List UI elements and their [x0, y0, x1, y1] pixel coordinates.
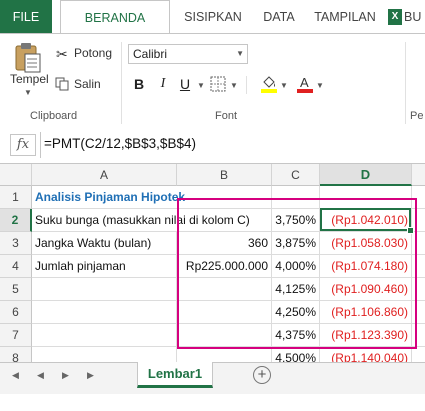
- tab-data[interactable]: DATA: [256, 0, 302, 34]
- row-header-6[interactable]: 6: [0, 301, 32, 324]
- underline-button[interactable]: U: [176, 74, 194, 94]
- borders-dropdown-icon[interactable]: ▼: [230, 81, 238, 90]
- status-strip: [0, 394, 425, 411]
- prev-sheet-icon[interactable]: ◀: [37, 370, 44, 381]
- group-separator: [121, 42, 122, 124]
- group-separator-2: [405, 42, 406, 124]
- tab-bu[interactable]: BU: [404, 0, 425, 34]
- font-name-value: Calibri: [133, 47, 168, 61]
- excel-logo-icon: X: [388, 9, 402, 25]
- cell-a1[interactable]: Analisis Pinjaman Hipotek: [32, 186, 185, 209]
- clipboard-group-label: Clipboard: [30, 110, 78, 122]
- sheet-tab-lembar1[interactable]: Lembar1: [137, 362, 213, 388]
- font-name-select[interactable]: Calibri ▼: [128, 44, 248, 64]
- cell-a3[interactable]: Jangka Waktu (bulan): [32, 232, 177, 255]
- column-header-d[interactable]: D: [320, 164, 412, 186]
- select-all-corner[interactable]: [0, 164, 32, 186]
- font-color-icon[interactable]: A: [296, 74, 314, 94]
- copy-icon[interactable]: [55, 77, 69, 91]
- cell-a2[interactable]: Suku bunga (masukkan nilai di kolom C): [32, 209, 250, 232]
- font-separator: [246, 76, 247, 94]
- insert-function-button[interactable]: fx: [10, 134, 36, 156]
- scissors-icon[interactable]: ✂: [56, 46, 68, 63]
- cell-a5[interactable]: [32, 278, 177, 301]
- underline-dropdown-icon[interactable]: ▼: [197, 81, 205, 90]
- chevron-down-icon: ▼: [236, 49, 244, 58]
- first-sheet-icon[interactable]: ◀: [12, 370, 19, 381]
- font-group-label: Font: [215, 110, 238, 122]
- paste-dropdown-icon[interactable]: ▼: [24, 88, 32, 97]
- column-header-a[interactable]: A: [32, 164, 177, 186]
- fill-color-icon[interactable]: [260, 74, 278, 94]
- active-cell-border: [320, 208, 411, 231]
- copy-button[interactable]: Salin: [74, 77, 101, 91]
- ribbon-tabs: FILE BERANDA SISIPKAN DATA TAMPILAN X BU: [0, 0, 425, 34]
- tab-sisipkan[interactable]: SISIPKAN: [178, 0, 248, 34]
- column-header-e[interactable]: [412, 164, 425, 186]
- row-header-2[interactable]: 2: [0, 209, 32, 232]
- column-header-b[interactable]: B: [177, 164, 272, 186]
- row-header-5[interactable]: 5: [0, 278, 32, 301]
- paste-button[interactable]: Tempel: [10, 72, 49, 86]
- row-header-4[interactable]: 4: [0, 255, 32, 278]
- formula-separator: [40, 132, 41, 158]
- row-header-1[interactable]: 1: [0, 186, 32, 209]
- last-sheet-icon[interactable]: ▶: [87, 370, 94, 381]
- add-sheet-icon[interactable]: +: [253, 366, 271, 384]
- next-group-label: Pe: [410, 110, 424, 122]
- bold-button[interactable]: B: [130, 74, 148, 94]
- tab-tampilan[interactable]: TAMPILAN: [310, 0, 380, 34]
- tab-file[interactable]: FILE: [0, 0, 52, 34]
- cut-button[interactable]: Potong: [74, 46, 112, 60]
- italic-button[interactable]: I: [154, 74, 172, 94]
- row-header-3[interactable]: 3: [0, 232, 32, 255]
- fill-color-dropdown-icon[interactable]: ▼: [280, 81, 288, 90]
- fill-handle[interactable]: [407, 227, 414, 234]
- tab-beranda[interactable]: BERANDA: [60, 0, 170, 34]
- next-sheet-icon[interactable]: ▶: [62, 370, 69, 381]
- column-header-c[interactable]: C: [272, 164, 320, 186]
- cell-a7[interactable]: [32, 324, 177, 347]
- cell-a4[interactable]: Jumlah pinjaman: [32, 255, 177, 278]
- svg-text:A: A: [300, 75, 309, 90]
- font-color-dropdown-icon[interactable]: ▼: [316, 81, 324, 90]
- cell-a6[interactable]: [32, 301, 177, 324]
- formula-input[interactable]: =PMT(C2/12,$B$3,$B$4): [44, 136, 196, 151]
- ribbon-home: Tempel ▼ ✂ Potong Salin Clipboard Calibr…: [0, 34, 425, 127]
- borders-icon[interactable]: [210, 76, 226, 92]
- row-header-7[interactable]: 7: [0, 324, 32, 347]
- paste-icon[interactable]: [14, 42, 42, 74]
